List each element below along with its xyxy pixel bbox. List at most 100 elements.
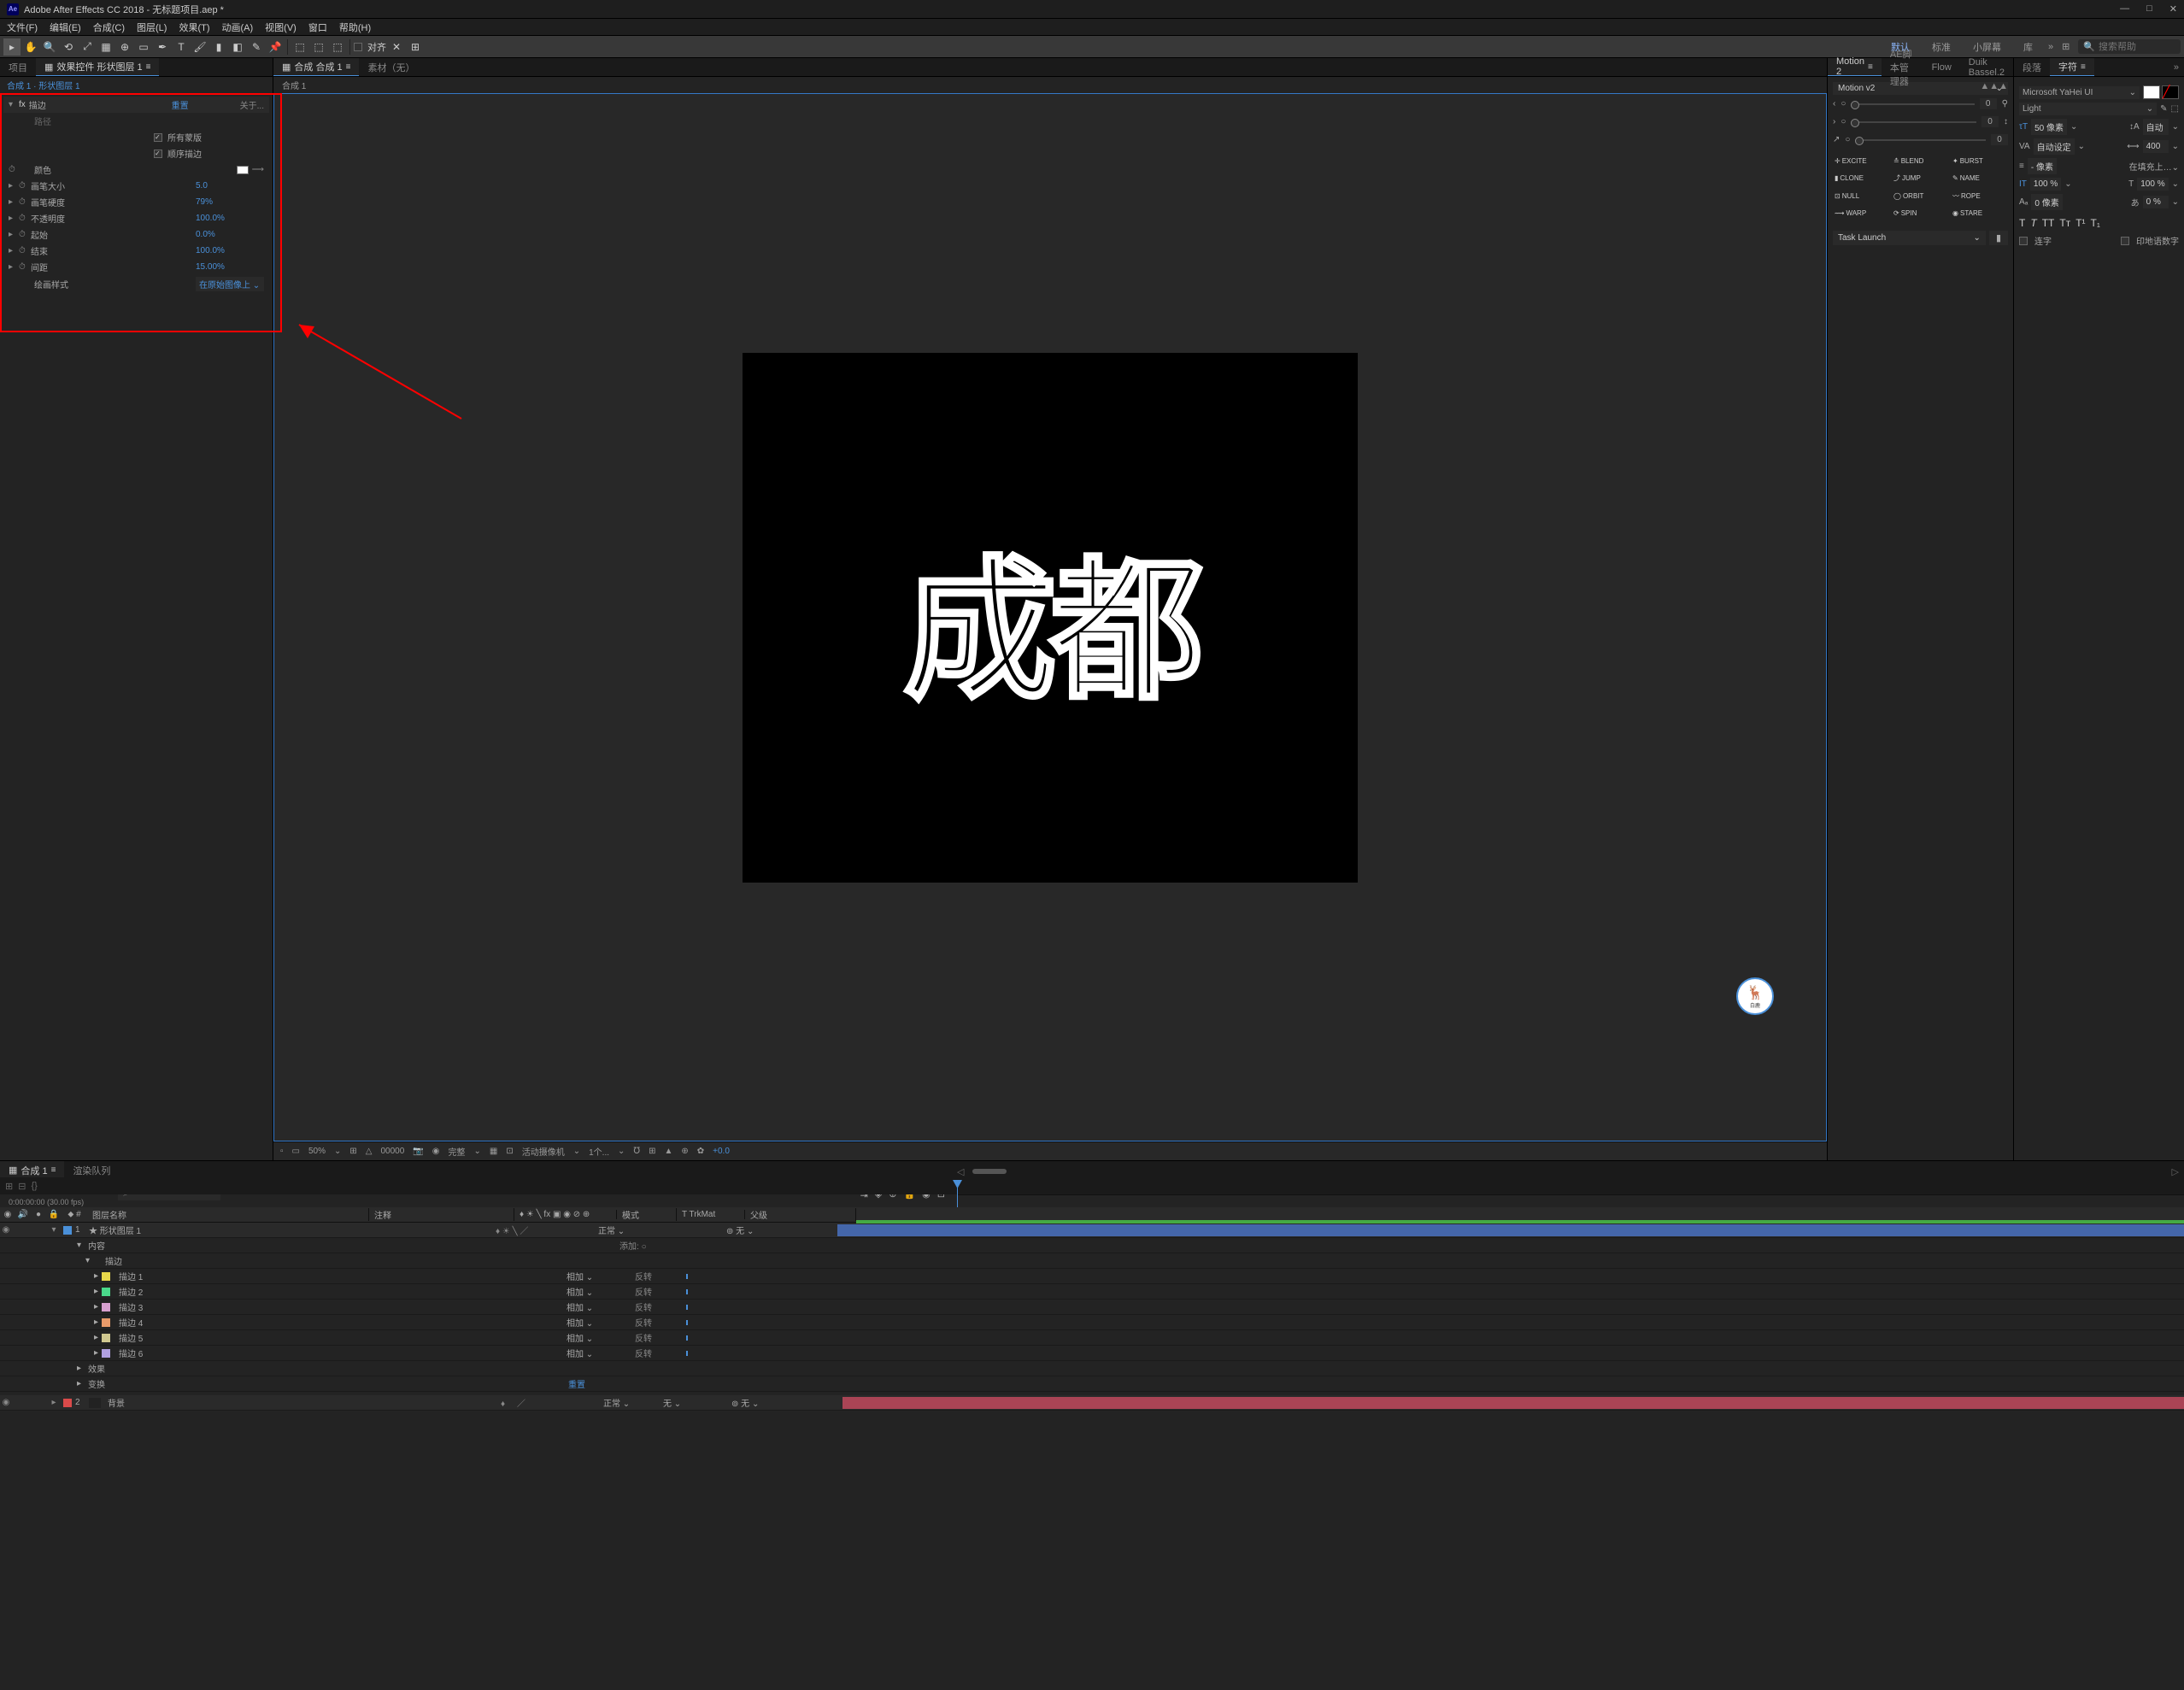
composition-tab[interactable]: ▦ 合成 合成 1 ≡ [273,58,359,76]
view-axis-button[interactable]: ⬚ [329,38,346,56]
script-manager-tab[interactable]: AE脚本管理器 [1882,58,1923,76]
transform-reset[interactable]: 重置 [568,1377,585,1390]
kerning-input[interactable]: 自动设定 [2034,138,2075,155]
burst-button[interactable]: ✦ BURST [1951,154,2008,168]
layer-expand-2[interactable]: ▸ [48,1398,60,1407]
slider-1[interactable] [1851,103,1974,105]
spacing-expand[interactable]: ▸ [9,262,19,272]
opacity-value[interactable]: 100.0% [196,214,264,223]
visibility-column[interactable]: ◉ [0,1210,15,1219]
comp-subtab[interactable]: 合成 1 [273,77,1827,93]
stroke-blend-5[interactable]: 相加 ⌄ [567,1331,635,1344]
help-search-input[interactable] [2099,42,2175,52]
stroke-color-1[interactable] [102,1272,110,1281]
bold-button[interactable]: T [2019,217,2025,229]
stroke-layer-2[interactable]: 描边 2 [114,1285,567,1298]
sequential-checkbox[interactable] [154,150,162,158]
comment-column[interactable]: 注释 [369,1208,514,1221]
layer-parent-2[interactable]: ⊚ 无 ⌄ [731,1396,842,1409]
layer-mode-1[interactable]: 正常 ⌄ [598,1223,658,1236]
layer-visibility-2[interactable]: ◉ [0,1398,12,1407]
stroke-layer-5[interactable]: 描边 5 [114,1331,567,1344]
footer-time[interactable]: 00000 [381,1147,405,1156]
slider-handle-3[interactable]: ○ [1845,135,1850,144]
smallcaps-button[interactable]: Tᴛ [2059,217,2070,229]
jump-button[interactable]: ⤴ JUMP [1892,170,1949,186]
tsume-input[interactable]: 0 % [2143,196,2169,208]
slider-icon-2[interactable]: ↕ [2004,117,2008,126]
world-axis-button[interactable]: ⬚ [310,38,327,56]
eyedropper-icon[interactable]: ✎ [2160,104,2167,114]
stroke-style-dropdown[interactable]: 在填充上…⌄ [2129,160,2179,173]
paragraph-tab[interactable]: 段落 [2014,58,2050,76]
workspace-small[interactable]: 小屏幕 [1966,40,2008,54]
hscale-input[interactable]: 100 % [2137,178,2168,191]
rotate-tool[interactable]: ⤢ [79,38,96,56]
end-stopwatch[interactable]: ⏱ [19,246,31,255]
view-dropdown[interactable]: 1个... [589,1145,609,1158]
footer-icon-4[interactable]: △ [366,1147,373,1156]
brush-hardness-expand[interactable]: ▸ [9,197,19,207]
layer-visibility-1[interactable]: ◉ [0,1225,12,1235]
end-expand[interactable]: ▸ [9,246,19,255]
footer-icon-8[interactable]: ℧ [633,1147,640,1156]
footer-icon-12[interactable]: ✿ [697,1147,704,1156]
workspace-overflow[interactable]: » [2048,42,2053,52]
footer-icon-2[interactable]: ▭ [292,1147,300,1156]
slider-icon-1[interactable]: ⚲ [2002,99,2008,109]
blend-button[interactable]: ≛ BLEND [1892,154,1949,168]
brush-tool[interactable]: 🖌 [191,38,208,56]
project-tab[interactable]: 项目 [0,58,36,76]
stroke-color-4[interactable] [102,1318,110,1327]
clone-button[interactable]: ▮ CLONE [1833,170,1890,186]
task-launch-dropdown[interactable]: Task Launch⌄ [1833,231,1986,245]
add-button[interactable]: 添加: ○ [619,1239,647,1252]
slider-prev-3[interactable]: ↗ [1833,135,1840,144]
menu-composition[interactable]: 合成(C) [93,21,125,34]
solo-column[interactable]: ● [31,1210,46,1219]
puppet-tool[interactable]: 📌 [267,38,284,56]
tab-close-icon[interactable]: ≡ [146,62,151,72]
slider-3[interactable] [1855,139,1986,141]
close-button[interactable]: ✕ [2169,3,2177,15]
stroke-color-6[interactable] [102,1349,110,1358]
hindi-digits-checkbox[interactable] [2121,237,2129,245]
duik-tab[interactable]: Duik Bassel.2 [1960,58,2013,76]
opacity-expand[interactable]: ▸ [9,214,19,223]
footer-icon-5[interactable]: ◉ [432,1147,440,1156]
clone-tool[interactable]: ▮ [210,38,227,56]
start-expand[interactable]: ▸ [9,230,19,239]
parent-column[interactable]: 父级 [745,1208,856,1221]
menu-help[interactable]: 帮助(H) [339,21,371,34]
slider-val-3[interactable]: 0 [1991,134,2008,145]
layer-bar-1[interactable] [837,1224,2184,1236]
rect-tool[interactable]: ▭ [135,38,152,56]
menu-file[interactable]: 文件(F) [7,21,38,34]
stroke-layer-6[interactable]: 描边 6 [114,1347,567,1359]
label-column[interactable]: ⬥ # [62,1210,87,1219]
spacing-stopwatch[interactable]: ⏱ [19,262,31,272]
orbit-button[interactable]: ◯ ORBIT [1892,188,1949,204]
menu-layer[interactable]: 图层(L) [137,21,167,34]
exposure-value[interactable]: +0.0 [713,1147,730,1156]
footage-tab[interactable]: 素材（无） [359,58,423,76]
brush-size-expand[interactable]: ▸ [9,181,19,191]
slider-2[interactable] [1851,121,1976,123]
toggle-modes-icon[interactable]: ⊟ [18,1181,26,1192]
workspace-library[interactable]: 库 [2017,40,2040,54]
shape-layer-1[interactable]: ★ 形状图层 1 [85,1223,350,1236]
no-stroke-icon[interactable]: ⬚ [2171,104,2179,114]
task-launch-button[interactable]: ▮ [1989,231,2008,245]
local-axis-button[interactable]: ⬚ [291,38,308,56]
snap-checkbox[interactable] [354,43,362,51]
stare-button[interactable]: ◉ STARE [1951,206,2008,220]
superscript-button[interactable]: T¹ [2075,217,2085,229]
ligature-checkbox[interactable] [2019,237,2028,245]
brush-hardness-value[interactable]: 79% [196,197,264,207]
tracking-input[interactable]: 400 [2143,140,2169,153]
allcaps-button[interactable]: TT [2042,217,2055,229]
source-name-column[interactable]: 图层名称 [87,1208,369,1221]
layer-color-1[interactable] [63,1226,72,1235]
stroke-width-input[interactable]: - 像素 [2028,158,2057,174]
layer-expand-1[interactable]: ▾ [48,1225,60,1235]
